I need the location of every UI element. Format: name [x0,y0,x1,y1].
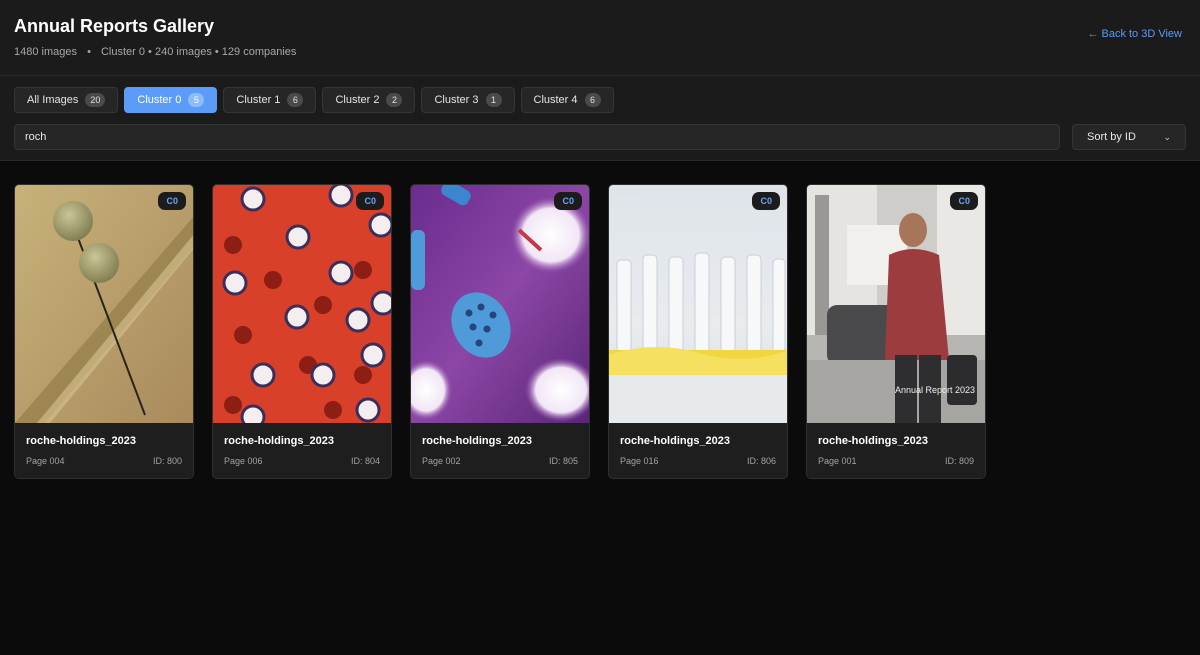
image-id: ID: 804 [350,456,380,466]
card-thumbnail: C0 [411,185,589,423]
card-meta: Page 001 ID: 809 [818,456,974,466]
tab-count-badge: 2 [386,93,403,107]
search-input[interactable] [14,124,1060,150]
tab-label: Cluster 1 [236,94,281,106]
card-body: roche-holdings_2023 Page 006 ID: 804 [213,423,391,466]
image-card[interactable]: C0 roche-holdings_2023 Page 006 ID: 804 [212,184,392,479]
page-subtitle: 1480 images • Cluster 0 • 240 images • 1… [14,46,1186,58]
image-id: ID: 809 [944,456,974,466]
card-meta: Page 006 ID: 804 [224,456,380,466]
image-card[interactable]: C0 roche-holdings_2023 Page 004 ID: 800 [14,184,194,479]
image-card[interactable]: C0 roche-holdings_2023 Page 016 ID: 806 [608,184,788,479]
tab-label: All Images [27,94,79,106]
card-meta: Page 016 ID: 806 [620,456,776,466]
card-body: roche-holdings_2023 Page 004 ID: 800 [15,423,193,466]
tab-label: Cluster 3 [434,94,479,106]
card-thumbnail: C0 [213,185,391,423]
card-title: roche-holdings_2023 [26,435,137,447]
cover-image-test-tubes [609,185,787,423]
tab-label: Cluster 0 [137,94,182,106]
chevron-down-icon: ⌄ [1163,131,1171,142]
tab-label: Cluster 4 [533,94,578,106]
card-title: roche-holdings_2023 [422,435,533,447]
sort-select[interactable]: Sort by ID ⌄ [1072,124,1186,150]
page-number: Page 002 [422,456,461,466]
sort-label: Sort by ID [1087,131,1136,143]
image-card[interactable]: C0 Annual Report 2023 roche-holdings_202… [806,184,986,479]
page-number: Page 016 [620,456,659,466]
tab-all-images[interactable]: All Images 20 [14,87,119,113]
page-number: Page 001 [818,456,857,466]
image-count: 1480 images [14,46,77,58]
cover-image-purple-lab [411,185,589,423]
tab-count-badge: 6 [287,93,304,107]
card-meta: Page 002 ID: 805 [422,456,578,466]
page-header: Annual Reports Gallery 1480 images • Clu… [0,0,1200,76]
tab-count-badge: 5 [188,93,205,107]
tab-cluster-0[interactable]: Cluster 0 5 [124,87,218,113]
image-grid: C0 roche-holdings_2023 Page 004 ID: 800 [0,161,1200,479]
card-body: roche-holdings_2023 Page 001 ID: 809 [807,423,985,466]
image-card[interactable]: C0 roche-holdings_2023 Page 002 ID: 805 [410,184,590,479]
card-thumbnail: C0 [609,185,787,423]
card-body: roche-holdings_2023 Page 002 ID: 805 [411,423,589,466]
tab-count-badge: 20 [85,93,106,107]
card-thumbnail: C0 Annual Report 2023 [807,185,985,423]
image-id: ID: 800 [152,456,182,466]
cover-title-text: Annual Report 2023 [894,385,975,395]
cluster-summary: Cluster 0 • 240 images • 129 companies [100,46,297,58]
cluster-badge: C0 [554,192,582,210]
page-number: Page 004 [26,456,65,466]
page-title: Annual Reports Gallery [14,16,215,36]
cover-image-spheres [15,185,193,423]
cluster-tabs: All Images 20 Cluster 0 5 Cluster 1 6 Cl… [14,87,1186,113]
cluster-badge: C0 [950,192,978,210]
card-thumbnail: C0 [15,185,193,423]
tab-cluster-1[interactable]: Cluster 1 6 [223,87,317,113]
cluster-badge: C0 [158,192,186,210]
tab-cluster-2[interactable]: Cluster 2 2 [322,87,416,113]
filter-toolbar: All Images 20 Cluster 0 5 Cluster 1 6 Cl… [0,76,1200,161]
card-title: roche-holdings_2023 [818,435,929,447]
card-title: roche-holdings_2023 [224,435,335,447]
tab-count-badge: 1 [485,93,502,107]
subtitle-separator: • [87,46,91,58]
page-number: Page 006 [224,456,263,466]
cluster-badge: C0 [356,192,384,210]
cover-image-vials [213,185,391,423]
tab-label: Cluster 2 [335,94,380,106]
card-body: roche-holdings_2023 Page 016 ID: 806 [609,423,787,466]
tab-cluster-4[interactable]: Cluster 4 6 [520,87,614,113]
card-meta: Page 004 ID: 800 [26,456,182,466]
tab-cluster-3[interactable]: Cluster 3 1 [421,87,515,113]
cluster-badge: C0 [752,192,780,210]
filter-row: Sort by ID ⌄ [14,124,1186,150]
card-title: roche-holdings_2023 [620,435,731,447]
tab-count-badge: 6 [584,93,601,107]
image-id: ID: 805 [548,456,578,466]
image-id: ID: 806 [746,456,776,466]
back-to-3d-view-link[interactable]: ← Back to 3D View [1087,28,1182,40]
